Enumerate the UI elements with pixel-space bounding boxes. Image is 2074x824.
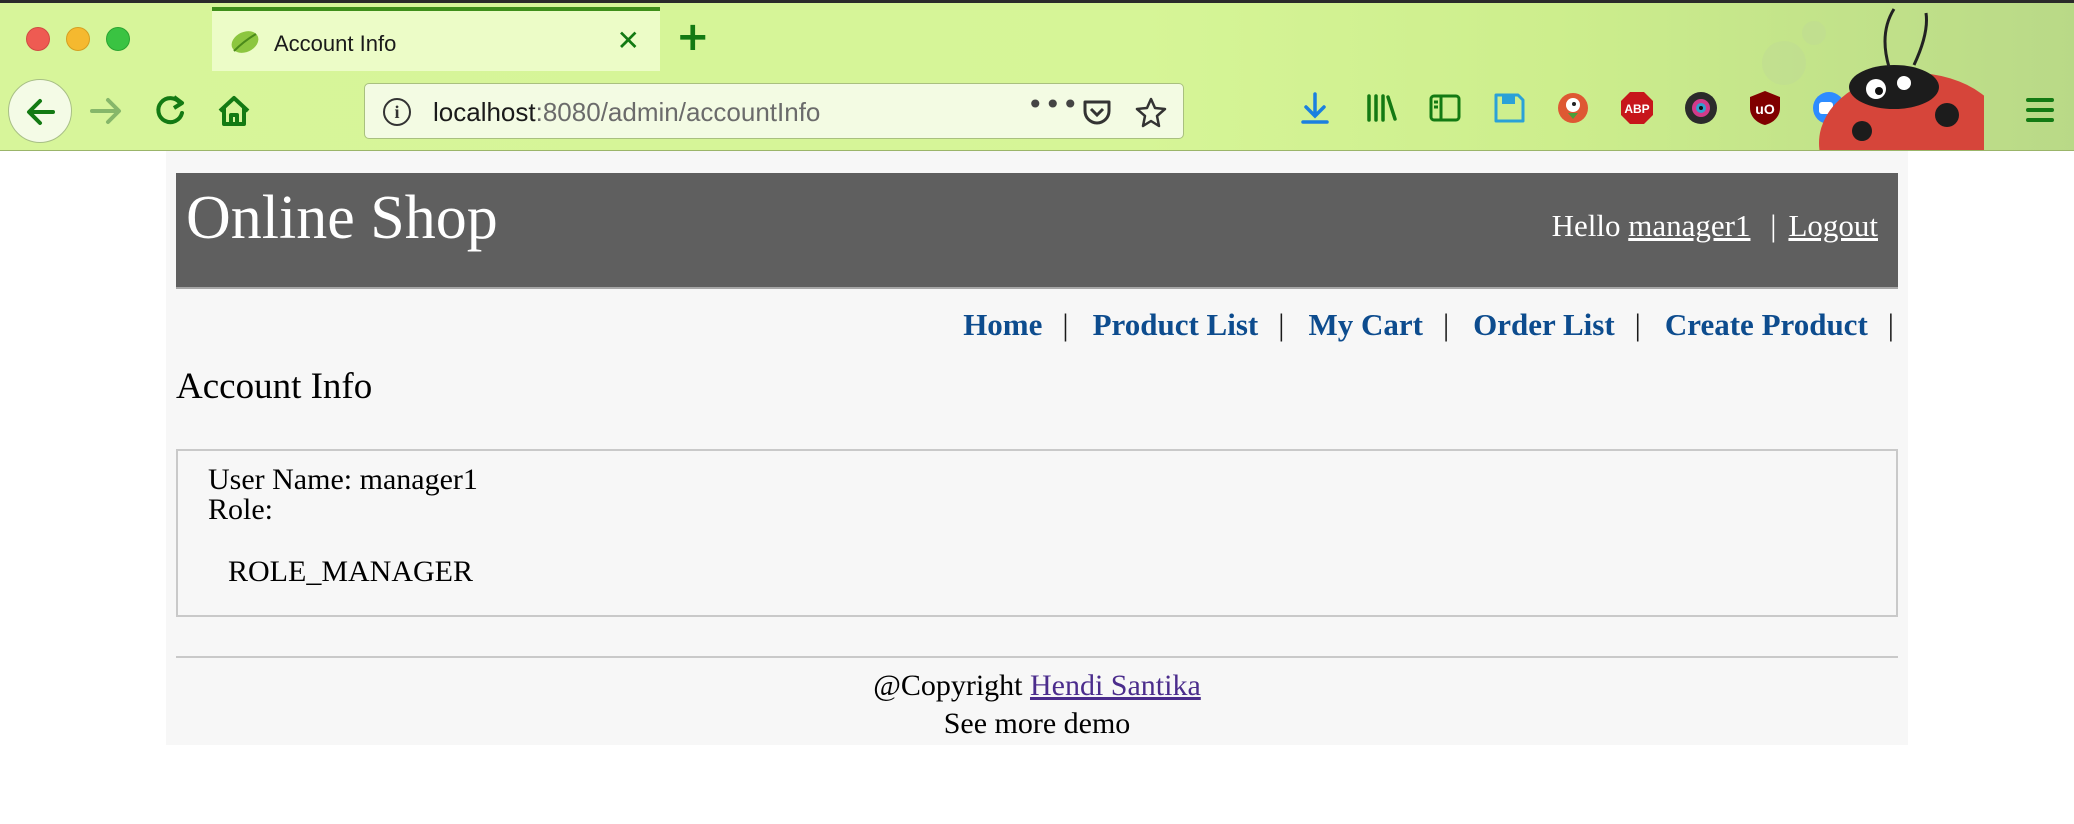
page-container: Online Shop Hello manager1 | Logout Home |… bbox=[166, 151, 1908, 745]
menu-my-cart-link[interactable]: My Cart bbox=[1308, 307, 1422, 342]
main-menu: Home | Product List | My Cart | Order List | Cre… bbox=[963, 307, 1894, 343]
menu-separator: | bbox=[1062, 307, 1069, 342]
back-arrow-icon bbox=[27, 99, 55, 125]
copyright-label: @Copyright bbox=[873, 669, 1023, 702]
download-icon[interactable] bbox=[1296, 89, 1334, 127]
site-title: Online Shop bbox=[186, 184, 498, 252]
home-icon[interactable] bbox=[214, 91, 254, 131]
window-minimize-button[interactable] bbox=[66, 27, 90, 51]
username-link[interactable]: manager1 bbox=[1628, 208, 1750, 243]
back-button[interactable] bbox=[8, 79, 72, 143]
save-icon[interactable] bbox=[1490, 89, 1528, 127]
svg-text:ABP: ABP bbox=[1624, 102, 1649, 116]
menu-order-list-link[interactable]: Order List bbox=[1473, 307, 1615, 342]
spring-leaf-icon bbox=[231, 31, 259, 53]
menu-separator: | bbox=[1634, 307, 1641, 342]
reload-icon[interactable] bbox=[150, 91, 190, 131]
user-name-line: User Name: manager1 bbox=[208, 463, 478, 496]
see-more-demo: See more demo bbox=[943, 707, 1131, 740]
bookmark-star-icon[interactable] bbox=[1135, 96, 1167, 128]
logout-link[interactable]: Logout bbox=[1788, 208, 1878, 243]
page-title: Account Info bbox=[176, 366, 373, 407]
hello-label: Hello bbox=[1551, 208, 1621, 243]
adblock-plus-icon[interactable]: ABP bbox=[1618, 89, 1656, 127]
site-footer: @Copyright Hendi Santika See more demo bbox=[166, 667, 1908, 743]
site-info-icon[interactable]: i bbox=[383, 98, 411, 126]
library-icon[interactable] bbox=[1362, 89, 1400, 127]
forward-arrow-icon[interactable] bbox=[86, 91, 126, 131]
menu-separator: | bbox=[1442, 307, 1450, 342]
menu-create-product-link[interactable]: Create Product bbox=[1665, 307, 1868, 342]
window-zoom-button[interactable] bbox=[106, 27, 130, 51]
url-bar[interactable]: i localhost:8080/admin/accountInfo ••• bbox=[364, 83, 1184, 139]
duckduckgo-icon[interactable] bbox=[1554, 89, 1592, 127]
url-text[interactable]: localhost:8080/admin/accountInfo bbox=[433, 97, 820, 128]
new-tab-button[interactable]: + bbox=[676, 17, 710, 57]
menu-separator: | bbox=[1887, 307, 1894, 342]
header-separator: | bbox=[1770, 208, 1777, 243]
ladybug-theme-decoration bbox=[1762, 8, 1984, 150]
navigation-toolbar: i localhost:8080/admin/accountInfo ••• A… bbox=[0, 8, 2074, 150]
hamburger-menu-icon[interactable] bbox=[2024, 95, 2056, 125]
reader-view-icon[interactable] bbox=[1426, 89, 1464, 127]
window-close-button[interactable] bbox=[26, 27, 50, 51]
menu-home-link[interactable]: Home bbox=[963, 307, 1042, 342]
page-actions-icon[interactable]: ••• bbox=[1027, 88, 1080, 121]
close-tab-icon[interactable]: ✕ bbox=[617, 27, 640, 55]
copyright-line: @Copyright Hendi Santika bbox=[166, 667, 1908, 705]
role-item: ROLE_MANAGER bbox=[228, 555, 473, 588]
author-link[interactable]: Hendi Santika bbox=[1030, 669, 1201, 702]
user-greeting: Hello manager1 | Logout bbox=[1552, 208, 1878, 244]
tab-title: Account Info bbox=[274, 31, 397, 56]
site-header: Online Shop Hello manager1 | Logout bbox=[176, 173, 1898, 289]
account-info-box: User Name: manager1 Role: ROLE_MANAGER bbox=[176, 449, 1898, 617]
browser-chrome: Account Info ✕ + i localhost:8080/admin/… bbox=[0, 0, 2074, 151]
menu-product-list-link[interactable]: Product List bbox=[1093, 307, 1259, 342]
menu-separator: | bbox=[1278, 307, 1285, 342]
tab-account-info[interactable]: Account Info ✕ bbox=[212, 7, 660, 71]
camera-icon[interactable] bbox=[1682, 89, 1720, 127]
role-label: Role: bbox=[208, 493, 273, 526]
footer-divider bbox=[176, 656, 1898, 658]
pocket-icon[interactable] bbox=[1081, 96, 1113, 128]
